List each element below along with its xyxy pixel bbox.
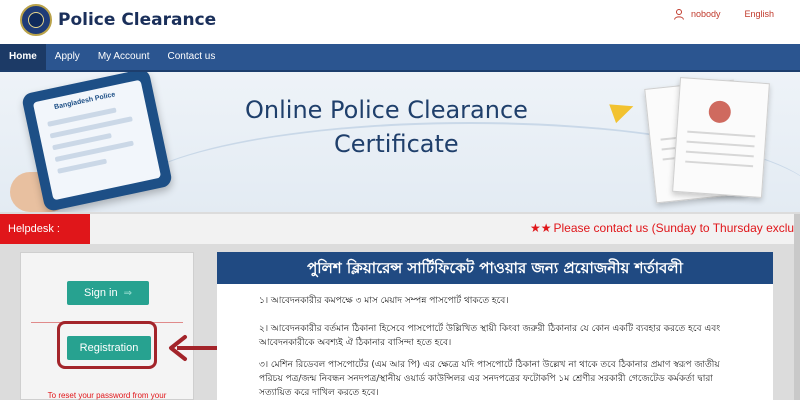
- police-logo-inner: [28, 12, 44, 28]
- nav-contact-us[interactable]: Contact us: [159, 44, 225, 70]
- paper-plane-icon: [609, 96, 637, 124]
- banner-subtitle: Certificate: [334, 130, 459, 158]
- tablet-form-line: [57, 158, 108, 174]
- tablet-screen: Bangladesh Police: [32, 79, 162, 201]
- site-header: Police Clearance nobody English: [0, 0, 800, 44]
- hero-banner: Bangladesh Police Online Police Clearanc…: [0, 72, 800, 212]
- requirement-item: ৩। মেশিন রিডেবল পাসপোর্টের (এম আর পি) এর…: [259, 360, 720, 398]
- star-icons: ★★: [530, 221, 552, 235]
- certificate-line: [687, 130, 756, 138]
- certificate-line: [685, 150, 754, 158]
- scrollbar[interactable]: [794, 214, 800, 400]
- helpdesk-label: Helpdesk :: [0, 214, 90, 244]
- main-nav: Home Apply My Account Contact us: [0, 44, 800, 72]
- nav-apply[interactable]: Apply: [46, 44, 89, 70]
- tablet-label: Bangladesh Police: [53, 91, 116, 112]
- helpdesk-ticker: ★★ Please contact us (Sunday to Thursday …: [530, 221, 800, 235]
- requirements-panel: পুলিশ ক্লিয়ারেন্স সার্টিফিকেট পাওয়ার জ…: [217, 252, 773, 400]
- sign-in-button[interactable]: Sign in ⇒: [67, 281, 149, 305]
- site-title[interactable]: Police Clearance: [58, 10, 216, 30]
- language-link[interactable]: English: [744, 9, 774, 19]
- helpdesk-bar: Helpdesk : ★★ Please contact us (Sunday t…: [0, 214, 800, 244]
- user-area: nobody English: [673, 8, 774, 20]
- user-icon[interactable]: [673, 8, 685, 20]
- seal-icon: [708, 100, 732, 124]
- arrow-right-icon: ⇒: [123, 288, 133, 299]
- registration-button[interactable]: Registration: [67, 336, 151, 360]
- nav-my-account[interactable]: My Account: [89, 44, 159, 70]
- auth-panel: Sign in ⇒ Registration To reset your pass…: [20, 252, 194, 400]
- certificate-illustration: [672, 77, 770, 198]
- username-link[interactable]: nobody: [691, 9, 721, 19]
- certificate-line: [686, 140, 755, 148]
- sign-in-label: Sign in: [83, 287, 118, 299]
- certificate-line: [685, 160, 754, 168]
- nav-home[interactable]: Home: [0, 44, 46, 70]
- ticker-text: Please contact us (Sunday to Thursday ex…: [553, 221, 800, 235]
- requirement-item: ১। আবেদনকারীর কমপক্ষে ৩ মাস মেয়াদ সম্পন…: [259, 296, 509, 306]
- requirements-heading: পুলিশ ক্লিয়ারেন্স সার্টিফিকেট পাওয়ার জ…: [217, 252, 773, 284]
- reset-password-link[interactable]: To reset your password from your: [27, 391, 187, 400]
- police-logo-icon[interactable]: [20, 4, 52, 36]
- banner-title: Online Police Clearance: [245, 96, 528, 124]
- page: Police Clearance nobody English Home App…: [0, 0, 800, 400]
- requirement-item: ২। আবেদনকারীর বর্তমান ঠিকানা হিসেবে পাসপ…: [259, 324, 721, 348]
